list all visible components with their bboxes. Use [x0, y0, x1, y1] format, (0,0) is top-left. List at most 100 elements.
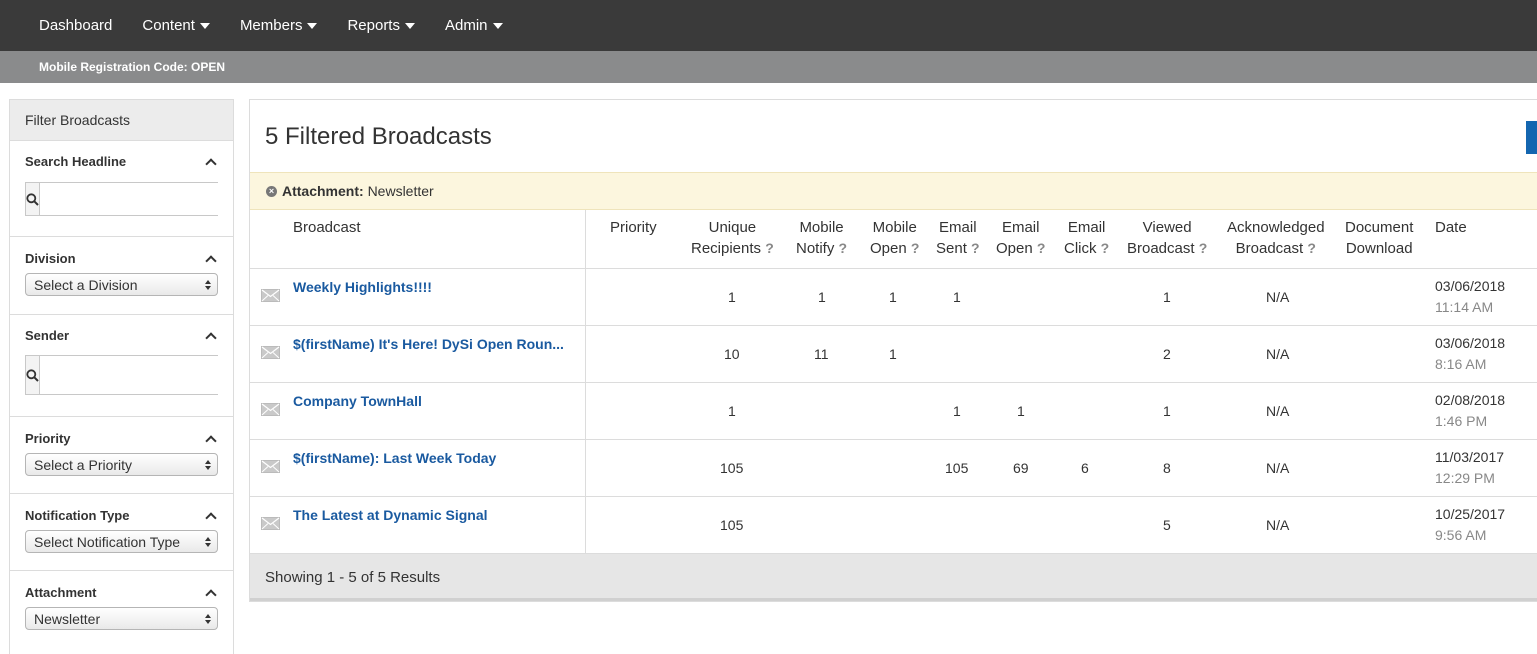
col-email-click[interactable]: Email Click ? — [1064, 217, 1109, 259]
search-icon[interactable] — [26, 183, 40, 215]
col-label: Mobile — [799, 219, 844, 236]
filter-section-header[interactable]: Division — [25, 237, 218, 267]
attachment-select[interactable]: Newsletter — [25, 607, 218, 630]
col-label: Email — [1067, 219, 1106, 236]
cell-unique: 105 — [720, 460, 744, 476]
active-filter-bar: × Attachment: Newsletter — [250, 172, 1537, 210]
caret-down-icon — [492, 22, 503, 29]
cell-mobile-open: 1 — [889, 346, 897, 362]
col-unique-recipients[interactable]: Unique Recipients ? — [691, 217, 774, 259]
caret-down-icon — [199, 22, 210, 29]
help-icon[interactable]: ? — [1199, 240, 1208, 256]
nav-label: Members — [239, 17, 303, 34]
cell-email-open: 1 — [1017, 403, 1025, 419]
filter-section-header[interactable]: Priority — [25, 417, 218, 447]
filter-label: Division — [25, 251, 76, 266]
filter-label: Sender — [25, 328, 70, 343]
cell-email-sent: 105 — [945, 460, 969, 476]
chevron-up-icon[interactable] — [205, 434, 217, 447]
col-email-open[interactable]: Email Open ? — [996, 217, 1045, 259]
cell-acknowledged: N/A — [1266, 289, 1290, 305]
col-mobile-open[interactable]: Mobile Open ? — [870, 217, 919, 259]
col-priority[interactable]: Priority — [610, 217, 657, 238]
results-footer: Showing 1 - 5 of 5 Results — [250, 554, 1537, 601]
cell-date: 03/06/2018 — [1435, 278, 1506, 294]
col-acknowledged-broadcast[interactable]: Acknowledged Broadcast ? — [1227, 217, 1325, 259]
cell-unique: 1 — [728, 289, 736, 305]
caret-down-icon — [404, 22, 415, 29]
remove-filter-icon[interactable]: × — [266, 185, 277, 197]
filter-section-header[interactable]: Search Headline — [25, 141, 218, 170]
help-icon[interactable]: ? — [1037, 240, 1046, 256]
cell-unique: 105 — [720, 517, 744, 533]
help-icon[interactable]: ? — [1101, 240, 1110, 256]
filter-section-header[interactable]: Attachment — [25, 571, 218, 601]
table-row: $(firstName): Last Week Today 105 105 69… — [250, 440, 1537, 497]
help-icon[interactable]: ? — [765, 240, 774, 256]
cell-viewed: 1 — [1163, 403, 1171, 419]
cell-acknowledged: N/A — [1266, 346, 1290, 362]
col-document-download[interactable]: Document Download — [1345, 217, 1413, 259]
nav-content[interactable]: Content — [142, 17, 210, 34]
nav-admin[interactable]: Admin — [445, 17, 503, 34]
col-mobile-notify[interactable]: Mobile Notify ? — [796, 217, 847, 259]
broadcast-headline-link[interactable]: Weekly Highlights!!!! — [293, 279, 576, 295]
cell-acknowledged: N/A — [1266, 517, 1290, 533]
broadcasts-panel: 5 Filtered Broadcasts × Attachment: News… — [249, 99, 1537, 602]
filter-search-headline: Search Headline — [10, 141, 233, 237]
cell-mobile-notify: 11 — [814, 346, 829, 362]
col-date[interactable]: Date — [1435, 217, 1467, 238]
filter-section-header[interactable]: Sender — [25, 315, 218, 344]
broadcast-headline-link[interactable]: $(firstName) It's Here! DySi Open Roun..… — [293, 336, 576, 352]
cell-time: 9:56 AM — [1435, 527, 1487, 543]
select-arrows-icon — [205, 536, 211, 547]
attachment-select-value: Newsletter — [34, 610, 101, 627]
broadcast-headline-link[interactable]: Company TownHall — [293, 393, 576, 409]
envelope-icon — [261, 460, 280, 478]
col-label: Broadcast — [293, 219, 361, 236]
col-email-sent[interactable]: Email Sent ? — [936, 217, 980, 259]
chevron-up-icon[interactable] — [205, 588, 217, 601]
chevron-up-icon[interactable] — [205, 157, 217, 170]
col-broadcast[interactable]: Broadcast — [293, 217, 361, 238]
col-viewed-broadcast[interactable]: Viewed Broadcast ? — [1127, 217, 1207, 259]
notification-type-select[interactable]: Select Notification Type — [25, 530, 218, 553]
headline-search-input[interactable] — [40, 183, 232, 215]
help-icon[interactable]: ? — [1307, 240, 1316, 256]
filter-division: Division Select a Division — [10, 237, 233, 315]
help-icon[interactable]: ? — [839, 240, 848, 256]
sender-search-box — [25, 355, 232, 395]
help-icon[interactable]: ? — [971, 240, 980, 256]
broadcast-headline-link[interactable]: $(firstName): Last Week Today — [293, 450, 576, 466]
chevron-up-icon[interactable] — [205, 511, 217, 524]
division-select[interactable]: Select a Division — [25, 273, 218, 296]
nav-members[interactable]: Members — [240, 17, 318, 34]
nav-label: Admin — [444, 17, 488, 34]
table-row: Weekly Highlights!!!! 1 1 1 1 1 N/A 03/0… — [250, 269, 1537, 326]
action-button[interactable] — [1526, 121, 1537, 154]
table-row: The Latest at Dynamic Signal 105 5 N/A 1… — [250, 497, 1537, 554]
search-icon[interactable] — [26, 356, 40, 394]
filter-sidebar: Filter Broadcasts Search Headline Divisi… — [9, 99, 234, 654]
filter-section-header[interactable]: Notification Type — [25, 494, 218, 524]
help-icon[interactable]: ? — [911, 240, 920, 256]
filter-label: Notification Type — [25, 508, 130, 523]
cell-unique: 1 — [728, 403, 736, 419]
chevron-up-icon[interactable] — [205, 331, 217, 344]
nav-dashboard[interactable]: Dashboard — [39, 17, 112, 34]
col-label: Notify — [796, 240, 835, 257]
sidebar-title: Filter Broadcasts — [10, 100, 233, 141]
priority-select[interactable]: Select a Priority — [25, 453, 218, 476]
priority-select-value: Select a Priority — [34, 456, 133, 473]
cell-email-click: 6 — [1081, 460, 1089, 476]
active-filter-label: Attachment: — [282, 183, 364, 199]
col-label: Email — [939, 219, 977, 236]
chevron-up-icon[interactable] — [205, 254, 217, 267]
sender-search-input[interactable] — [40, 356, 232, 394]
cell-viewed: 2 — [1163, 346, 1171, 362]
envelope-icon — [261, 403, 280, 421]
broadcast-headline-link[interactable]: The Latest at Dynamic Signal — [293, 507, 576, 523]
cell-viewed: 8 — [1163, 460, 1171, 476]
nav-reports[interactable]: Reports — [347, 17, 415, 34]
cell-mobile-notify: 1 — [818, 289, 826, 305]
